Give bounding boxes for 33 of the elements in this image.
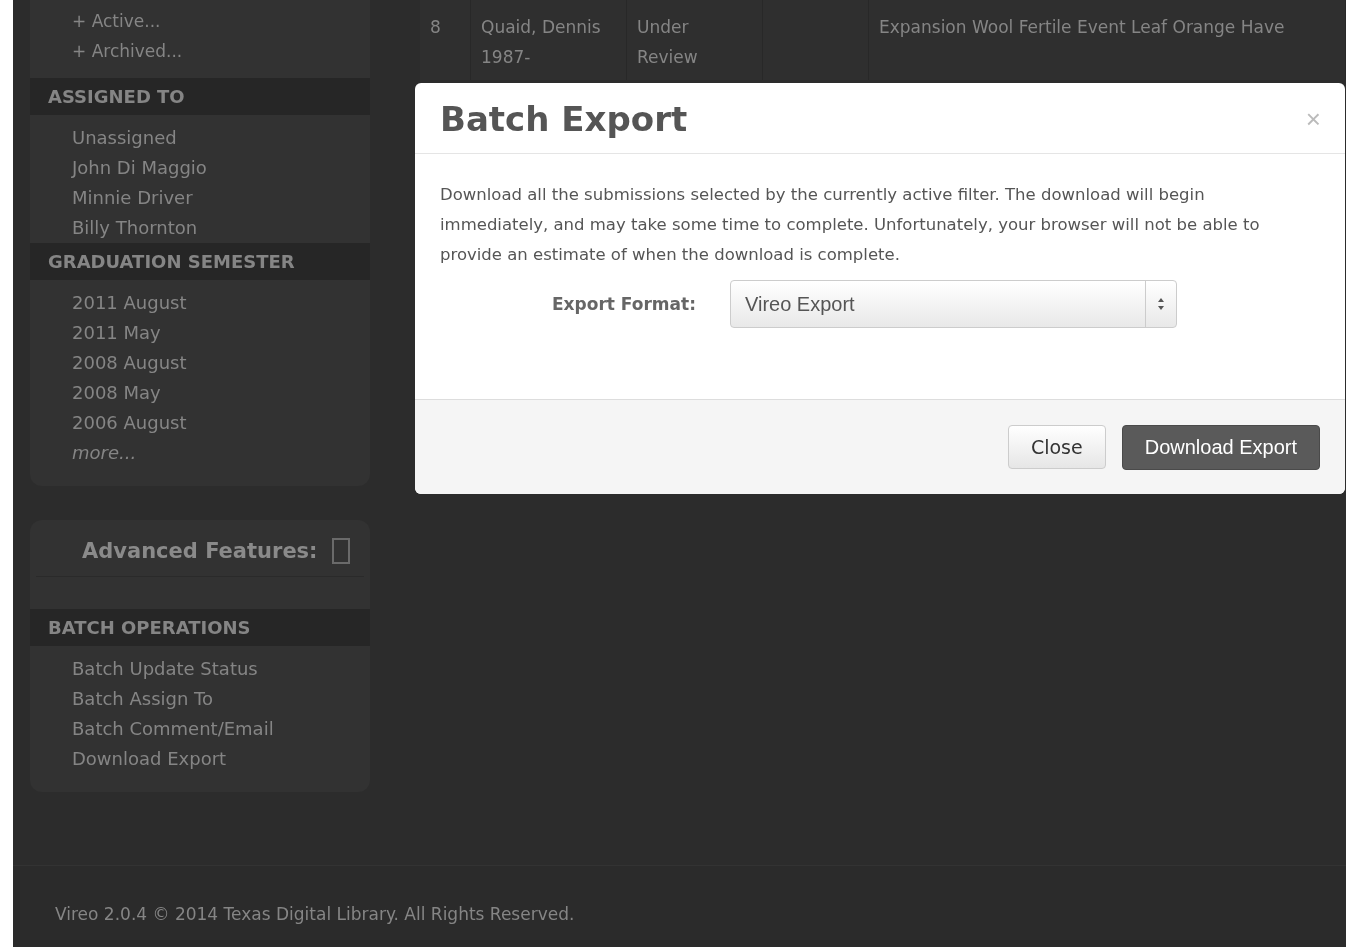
toggle-icon[interactable] [331, 538, 350, 564]
filter-link[interactable]: more... [72, 438, 137, 468]
download-export-button[interactable]: Download Export [1121, 424, 1320, 470]
footer-text: Vireo 2.0.4 © 2014 Texas Digital Library. All Rights Reserved. [55, 903, 575, 924]
dialog-description: Download all the submissions selected by the currently active filter. The download will begin immediately, and may take some time to complete. Unfortunately, your browser will not be able to provide an estimate of when the download is complete. [440, 184, 1261, 266]
filter-link[interactable]: Unassigned [72, 123, 177, 153]
dialog-title: Batch Export [440, 99, 688, 139]
batch-operations-heading: BATCH OPERATIONS [30, 609, 370, 646]
table-cell: Under Review [627, 0, 763, 80]
close-button[interactable]: Close [1007, 425, 1106, 469]
filter-link[interactable]: 2011 August [72, 288, 187, 318]
batch-operation-link[interactable]: Batch Update Status [72, 654, 258, 684]
field-label: Export Format: [552, 294, 696, 314]
table-cell: Expansion Wool Fertile Event Leaf Orange Have [869, 0, 1346, 80]
status-filter-link[interactable]: + Active... [72, 6, 161, 36]
batch-operation-link[interactable]: Batch Assign To [72, 684, 214, 714]
filter-link[interactable]: John Di Maggio [72, 153, 207, 183]
table-cell: 8 [420, 0, 471, 80]
table-cell: Quaid, Dennis 1987- [471, 0, 627, 80]
filter-group-heading: ASSIGNED TO [30, 78, 370, 115]
filter-group-heading: GRADUATION SEMESTER [30, 243, 370, 280]
export-format-select[interactable]: Vireo Export [729, 280, 1177, 328]
filter-link[interactable]: 2011 May [72, 318, 161, 348]
filter-link[interactable]: Minnie Driver [72, 183, 193, 213]
batch-operation-link[interactable]: Download Export [72, 744, 227, 774]
filter-link[interactable]: 2008 August [72, 348, 187, 378]
filter-link[interactable]: 2008 May [72, 378, 161, 408]
filter-link[interactable]: 2006 August [72, 408, 187, 438]
panel-title: Advanced Features: [82, 539, 318, 563]
status-filter-link[interactable]: + Archived... [72, 36, 183, 66]
filter-link[interactable]: Billy Thornton [72, 213, 198, 243]
batch-operation-link[interactable]: Batch Comment/Email [72, 714, 274, 744]
select-arrows-icon [1156, 297, 1165, 311]
